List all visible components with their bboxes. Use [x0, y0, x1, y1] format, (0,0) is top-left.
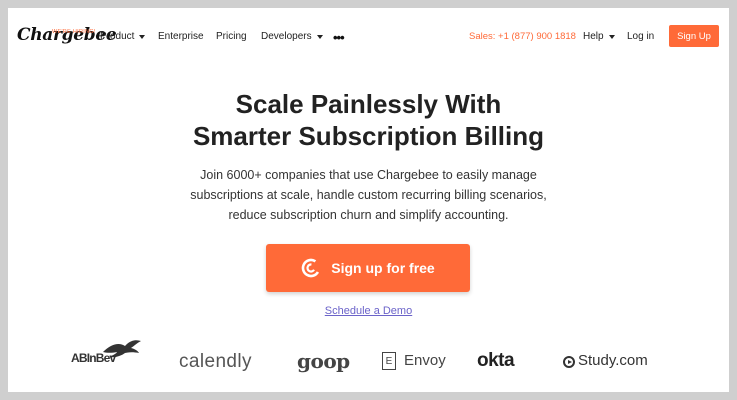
chevron-down-icon [608, 34, 615, 39]
sales-phone-link[interactable]: Sales: +1 (877) 900 1818 [469, 31, 576, 42]
goop-logo: goop [297, 349, 350, 373]
envoy-mark-icon: E [382, 352, 396, 370]
hero-title-line2: Smarter Subscription Billing [192, 121, 545, 151]
schedule-demo-label: Schedule a Demo [324, 305, 413, 317]
okta-logo: okta [477, 350, 515, 371]
login-label: Log in [627, 31, 655, 42]
signup-button[interactable]: Sign Up [669, 25, 719, 47]
calendly-logo: calendly [179, 351, 252, 372]
play-circle-icon [563, 356, 575, 368]
nav-enterprise-label: Enterprise [158, 31, 204, 42]
chargebee-mark-icon [301, 258, 321, 278]
nav-developers[interactable]: Developers [261, 31, 323, 42]
chevron-down-icon [139, 34, 146, 39]
hero-desc-line2: subscriptions at scale, handle custom re… [190, 188, 547, 202]
page: Chargebee WE'RE HIRING! Product Enterpri… [8, 8, 729, 392]
hiring-link[interactable]: WE'RE HIRING! [52, 29, 96, 35]
hero-title: Scale Painlessly With Smarter Subscripti… [8, 88, 729, 152]
hero-description: Join 6000+ companies that use Chargebee … [8, 165, 729, 225]
nav-product-label: Product [100, 31, 135, 42]
nav-product[interactable]: Product [100, 31, 146, 42]
schedule-demo-link[interactable]: Schedule a Demo [8, 305, 729, 317]
envoy-logo: Envoy [404, 352, 446, 369]
nav-developers-label: Developers [261, 31, 312, 42]
nav-help-label: Help [583, 31, 604, 42]
nav-help[interactable]: Help [583, 31, 615, 42]
nav-pricing-label: Pricing [216, 31, 247, 42]
signup-free-button[interactable]: Sign up for free [266, 244, 470, 292]
eagle-icon [103, 340, 141, 358]
login-link[interactable]: Log in [627, 31, 654, 42]
more-menu-icon[interactable]: ••• [333, 30, 345, 45]
hero-desc-line1: Join 6000+ companies that use Chargebee … [200, 168, 537, 182]
chevron-down-icon [316, 34, 323, 39]
hero-title-line1: Scale Painlessly With [235, 89, 502, 119]
nav-pricing[interactable]: Pricing [216, 31, 247, 42]
hero-desc-line3: reduce subscription churn and simplify a… [228, 208, 509, 222]
signup-free-label: Sign up for free [331, 260, 435, 276]
nav-enterprise[interactable]: Enterprise [158, 31, 204, 42]
study-com-logo: Study.com [578, 352, 648, 369]
